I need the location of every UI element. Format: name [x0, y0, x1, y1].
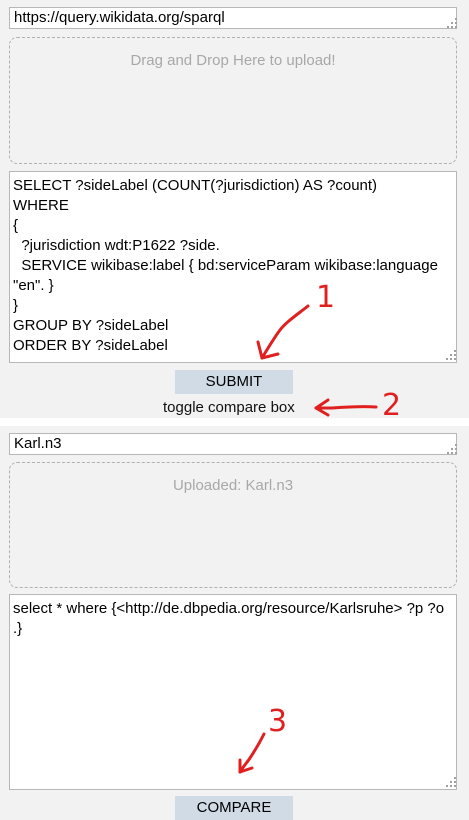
compare-query-editor[interactable]: select * where {<http://de.dbpedia.org/r…	[9, 594, 457, 790]
resize-grip-icon[interactable]	[447, 444, 457, 454]
compare-upload-dropzone[interactable]: Uploaded: Karl.n3	[9, 462, 457, 588]
compare-dropzone-label: Uploaded: Karl.n3	[172, 477, 294, 494]
endpoint-url-input[interactable]: https://query.wikidata.org/sparql	[9, 7, 457, 29]
upload-dropzone[interactable]: Drag and Drop Here to upload!	[9, 37, 457, 164]
dropzone-label: Drag and Drop Here to upload!	[130, 52, 336, 69]
toggle-compare-box-link[interactable]: toggle compare box	[163, 399, 295, 416]
annotation-arrow-3	[238, 732, 266, 774]
annotation-arrow-1	[256, 304, 310, 360]
panel-divider	[0, 418, 469, 426]
resize-grip-icon[interactable]	[446, 777, 456, 787]
resize-grip-icon[interactable]	[446, 350, 456, 360]
compare-panel: Karl.n3 Uploaded: Karl.n3 select * where…	[0, 426, 469, 820]
query-panel: https://query.wikidata.org/sparql Drag a…	[0, 0, 469, 423]
compare-button[interactable]: COMPARE	[175, 796, 293, 820]
resize-grip-icon[interactable]	[447, 18, 457, 28]
sparql-query-editor[interactable]: SELECT ?sideLabel (COUNT(?jurisdiction) …	[9, 171, 457, 363]
annotation-arrow-2	[314, 398, 378, 417]
submit-button[interactable]: SUBMIT	[175, 370, 293, 394]
compare-file-name-input[interactable]: Karl.n3	[9, 433, 457, 455]
